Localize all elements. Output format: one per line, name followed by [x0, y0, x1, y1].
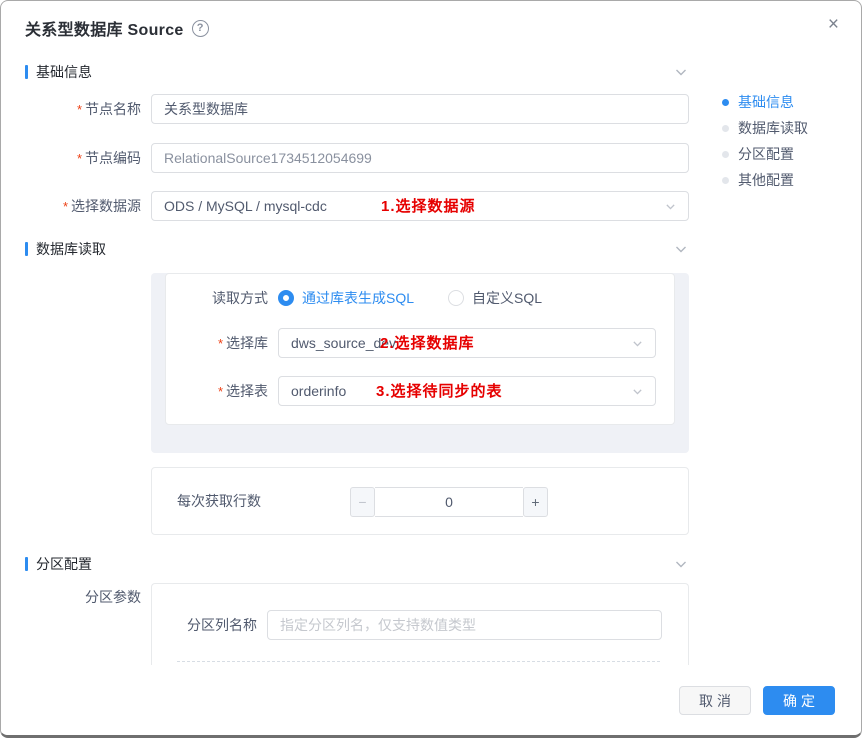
section-accent-bar: [25, 65, 28, 79]
section-accent-bar: [25, 557, 28, 571]
form-row-datasource: *选择数据源 ODS / MySQL / mysql-cdc 1.选择数据源: [25, 191, 689, 222]
fetch-rows-label: 每次获取行数: [177, 491, 261, 511]
required-mark: *: [63, 199, 68, 214]
partition-panel: 分区列名称: [151, 583, 689, 669]
bullet-icon: [722, 177, 729, 184]
section-header-basic[interactable]: 基础信息: [25, 62, 689, 82]
partition-column-input[interactable]: [267, 610, 662, 640]
help-icon[interactable]: ?: [192, 20, 209, 37]
partition-column-label: 分区列名称: [187, 610, 257, 640]
datasource-label: 选择数据源: [71, 198, 141, 214]
annotation-step2: 2.选择数据库: [380, 332, 475, 353]
nav-item-db-read[interactable]: 数据库读取: [722, 115, 808, 141]
chevron-down-icon: [631, 385, 644, 398]
table-value: orderinfo: [291, 377, 346, 405]
section-accent-bar: [25, 242, 28, 256]
form-row-table: *选择表 orderinfo 3.选择待同步的表: [166, 376, 674, 407]
nav-item-basic[interactable]: 基础信息: [722, 89, 808, 115]
bullet-icon: [722, 99, 729, 106]
read-mode-row: 读取方式 通过库表生成SQL 自定义SQL: [166, 287, 674, 309]
required-mark: *: [77, 151, 82, 166]
form-row-node-code: *节点编码: [25, 143, 689, 174]
section-title-basic: 基础信息: [36, 62, 92, 82]
cancel-button[interactable]: 取消: [679, 686, 751, 715]
radio-generate-sql-label[interactable]: 通过库表生成SQL: [302, 288, 414, 308]
database-label: 选择库: [226, 335, 268, 351]
dialog-title: 关系型数据库 Source: [25, 16, 184, 40]
required-mark: *: [218, 384, 223, 399]
required-mark: *: [218, 336, 223, 351]
db-read-panel: 读取方式 通过库表生成SQL 自定义SQL *选择库 dws_source_de…: [151, 273, 689, 453]
node-code-label: 节点编码: [85, 150, 141, 166]
radio-custom-sql[interactable]: [448, 290, 464, 306]
required-mark: *: [77, 102, 82, 117]
fetch-rows-stepper: − 0 +: [350, 487, 548, 517]
chevron-up-icon[interactable]: [673, 241, 689, 257]
annotation-step1: 1.选择数据源: [381, 195, 476, 216]
dashed-divider: [177, 661, 660, 662]
dialog-body: 基础信息 *节点名称 *节点编码 *选择数据源 ODS / MySQL / my…: [25, 49, 689, 669]
dialog-header: 关系型数据库 Source ?: [1, 1, 861, 40]
relational-source-dialog: 关系型数据库 Source ? × 基础信息 *节点名称 *节点编码 *选择数据: [0, 0, 862, 738]
radio-custom-sql-label[interactable]: 自定义SQL: [472, 288, 542, 308]
bullet-icon: [722, 151, 729, 158]
read-mode-label: 读取方式: [166, 287, 268, 309]
datasource-value: ODS / MySQL / mysql-cdc: [164, 192, 327, 220]
table-label: 选择表: [226, 383, 268, 399]
nav-item-partition[interactable]: 分区配置: [722, 141, 808, 167]
node-name-input[interactable]: [151, 94, 689, 124]
partition-param-row: 分区参数 分区列名称: [25, 583, 689, 669]
section-header-db-read[interactable]: 数据库读取: [25, 239, 689, 259]
section-title-db-read: 数据库读取: [36, 239, 106, 259]
annotation-step3: 3.选择待同步的表: [376, 380, 503, 401]
form-row-database: *选择库 dws_source_dev 2.选择数据库: [166, 328, 674, 359]
bullet-icon: [722, 125, 729, 132]
chevron-up-icon[interactable]: [673, 556, 689, 572]
confirm-button[interactable]: 确定: [763, 686, 835, 715]
section-title-partition: 分区配置: [36, 554, 92, 574]
chevron-down-icon: [664, 200, 677, 213]
db-read-inner-panel: 读取方式 通过库表生成SQL 自定义SQL *选择库 dws_source_de…: [165, 273, 675, 425]
radio-generate-sql[interactable]: [278, 290, 294, 306]
section-header-partition[interactable]: 分区配置: [25, 554, 689, 574]
node-code-input[interactable]: [151, 143, 689, 173]
chevron-up-icon[interactable]: [673, 64, 689, 80]
form-row-node-name: *节点名称: [25, 94, 689, 125]
stepper-value[interactable]: 0: [375, 487, 523, 517]
close-icon[interactable]: ×: [828, 15, 839, 35]
stepper-plus-button[interactable]: +: [523, 487, 548, 517]
fetch-rows-panel: 每次获取行数 − 0 +: [151, 467, 689, 535]
nav-item-other[interactable]: 其他配置: [722, 167, 808, 193]
dialog-footer: 取消 确定: [1, 665, 861, 735]
anchor-nav: 基础信息 数据库读取 分区配置 其他配置: [722, 89, 808, 193]
partition-param-label: 分区参数: [25, 583, 141, 669]
node-name-label: 节点名称: [85, 101, 141, 117]
chevron-down-icon: [631, 337, 644, 350]
stepper-minus-button[interactable]: −: [350, 487, 375, 517]
